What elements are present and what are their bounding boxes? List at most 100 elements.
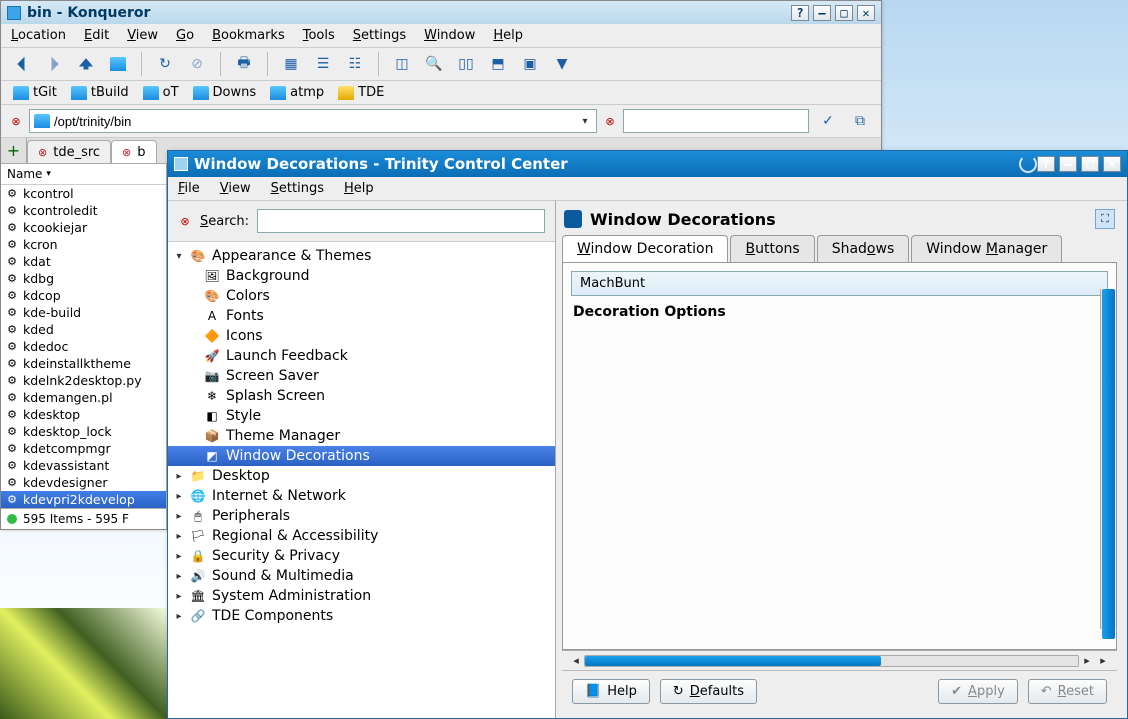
tree-item-splash-screen[interactable]: ❄Splash Screen (168, 386, 555, 406)
menu-location[interactable]: Location (11, 28, 66, 43)
stop-button[interactable]: ⊘ (184, 52, 210, 76)
file-item[interactable]: ⚙kdevassistant (1, 457, 166, 474)
filter-button[interactable]: ▼ (549, 52, 575, 76)
expand-icon[interactable]: ▸ (174, 511, 184, 522)
scroll-right2-icon[interactable]: ▸ (1095, 654, 1111, 667)
maximize-button[interactable]: □ (835, 5, 853, 21)
file-item[interactable]: ⚙kdat (1, 253, 166, 270)
defaults-button[interactable]: ↻Defaults (660, 679, 757, 704)
find-button[interactable]: 🔍 (421, 52, 447, 76)
file-item[interactable]: ⚙kdesktop (1, 406, 166, 423)
file-item[interactable]: ⚙kdevpri2kdevelop (1, 491, 166, 508)
go-button[interactable]: ✓ (815, 109, 841, 133)
cc-category-tree[interactable]: ▾🎨Appearance & Themes🖼Background🎨ColorsA… (168, 241, 555, 718)
tree-item-system-administration[interactable]: ▸🏛System Administration (168, 586, 555, 606)
tree-item-internet-network[interactable]: ▸🌐Internet & Network (168, 486, 555, 506)
file-item[interactable]: ⚙kdetcompmgr (1, 440, 166, 457)
tree-item-security-privacy[interactable]: ▸🔒Security & Privacy (168, 546, 555, 566)
menu-go[interactable]: Go (176, 28, 194, 43)
menu-view[interactable]: View (127, 28, 158, 43)
search-input[interactable] (257, 209, 545, 233)
menu-file[interactable]: File (178, 181, 200, 196)
tree-item-appearance-themes[interactable]: ▾🎨Appearance & Themes (168, 246, 555, 266)
tree-item-theme-manager[interactable]: 📦Theme Manager (168, 426, 555, 446)
file-item[interactable]: ⚙kde-build (1, 304, 166, 321)
new-tab-button[interactable]: + (1, 138, 27, 163)
close-button[interactable]: ✕ (857, 5, 875, 21)
apply-button[interactable]: ✔Apply (938, 679, 1018, 704)
tree-item-desktop[interactable]: ▸📁Desktop (168, 466, 555, 486)
file-item[interactable]: ⚙kdcop (1, 287, 166, 304)
file-item[interactable]: ⚙kdedoc (1, 338, 166, 355)
expand-icon[interactable]: ▸ (174, 611, 184, 622)
bookmark-tgit[interactable]: tGit (13, 85, 57, 100)
tree-item-icons[interactable]: 🔶Icons (168, 326, 555, 346)
location-dropdown-icon[interactable]: ▾ (578, 116, 592, 127)
vertical-scrollbar[interactable] (1100, 289, 1116, 629)
bookmark-downs[interactable]: Downs (193, 85, 257, 100)
tree-item-sound-multimedia[interactable]: ▸🔊Sound & Multimedia (168, 566, 555, 586)
file-item[interactable]: ⚙kdeinstallktheme (1, 355, 166, 372)
clear-search-icon[interactable]: ⊗ (178, 214, 192, 228)
expand-icon[interactable]: ▸ (174, 531, 184, 542)
menu-help[interactable]: Help (493, 28, 523, 43)
home-button[interactable] (105, 52, 131, 76)
file-item[interactable]: ⚙kded (1, 321, 166, 338)
menu-tools[interactable]: Tools (303, 28, 335, 43)
tree-item-background[interactable]: 🖼Background (168, 266, 555, 286)
print-button[interactable]: 🖶 (231, 52, 257, 76)
file-item[interactable]: ⚙kdemangen.pl (1, 389, 166, 406)
hscroll-track[interactable] (584, 655, 1079, 667)
up-button[interactable] (73, 52, 99, 76)
minimize-button[interactable]: — (1059, 156, 1077, 172)
tree-item-fonts[interactable]: AFonts (168, 306, 555, 326)
filter-field[interactable] (623, 109, 809, 133)
file-item[interactable]: ⚙kdevdesigner (1, 474, 166, 491)
detail-view-button[interactable]: ☰ (310, 52, 336, 76)
tab-window-manager[interactable]: Window Manager (911, 235, 1062, 262)
tree-item-tde-components[interactable]: ▸🔗TDE Components (168, 606, 555, 626)
expand-icon[interactable]: ▸ (174, 591, 184, 602)
expand-button[interactable]: ⛶ (1095, 209, 1115, 229)
scroll-thumb[interactable] (1102, 289, 1115, 639)
tab-shadows[interactable]: Shadows (817, 235, 910, 262)
expand-icon[interactable]: ▸ (174, 551, 184, 562)
menu-edit[interactable]: Edit (84, 28, 109, 43)
forward-button[interactable] (41, 52, 67, 76)
reload-button[interactable]: ↻ (152, 52, 178, 76)
tree-item-launch-feedback[interactable]: 🚀Launch Feedback (168, 346, 555, 366)
split-h-button[interactable]: ▯▯ (453, 52, 479, 76)
split-v-button[interactable]: ⬒ (485, 52, 511, 76)
sidebar-toggle[interactable]: ◫ (389, 52, 415, 76)
tab-b[interactable]: ⊗b (111, 140, 156, 163)
tree-item-colors[interactable]: 🎨Colors (168, 286, 555, 306)
close-view-button[interactable]: ▣ (517, 52, 543, 76)
menu-help[interactable]: Help (344, 181, 374, 196)
reset-button[interactable]: ↶Reset (1028, 679, 1107, 704)
tree-view-button[interactable]: ☷ (342, 52, 368, 76)
collapse-icon[interactable]: ▾ (174, 251, 184, 262)
tree-item-screen-saver[interactable]: 📷Screen Saver (168, 366, 555, 386)
file-item[interactable]: ⚙kcron (1, 236, 166, 253)
file-item[interactable]: ⚙kdelnk2desktop.py (1, 372, 166, 389)
scroll-left-icon[interactable]: ◂ (568, 654, 584, 667)
expand-icon[interactable]: ▸ (174, 471, 184, 482)
column-header[interactable]: Name ▾ (1, 164, 166, 185)
file-item[interactable]: ⚙kdbg (1, 270, 166, 287)
filter-input[interactable] (628, 114, 804, 129)
menu-bookmarks[interactable]: Bookmarks (212, 28, 285, 43)
icon-view-button[interactable]: ▦ (278, 52, 304, 76)
help-button[interactable]: ? (1037, 156, 1055, 172)
back-button[interactable] (9, 52, 35, 76)
hscroll-thumb[interactable] (585, 656, 881, 666)
konq-titlebar[interactable]: bin - Konqueror ? — □ ✕ (1, 1, 881, 24)
file-item[interactable]: ⚙kcookiejar (1, 219, 166, 236)
file-list[interactable]: ⚙kcontrol⚙kcontroledit⚙kcookiejar⚙kcron⚙… (1, 185, 166, 508)
menu-window[interactable]: Window (424, 28, 475, 43)
menu-settings[interactable]: Settings (353, 28, 406, 43)
file-item[interactable]: ⚙kdesktop_lock (1, 423, 166, 440)
location-field[interactable]: ▾ (29, 109, 597, 133)
menu-view[interactable]: View (220, 181, 251, 196)
scroll-right-icon[interactable]: ▸ (1079, 654, 1095, 667)
tab-buttons[interactable]: Buttons (730, 235, 814, 262)
